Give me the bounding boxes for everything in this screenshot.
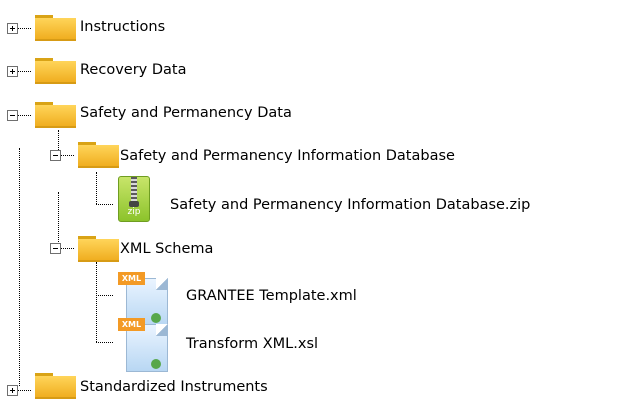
tree-item-xml-schema[interactable]: XML Schema [120,241,213,257]
connector [18,115,31,116]
tree-item-transform-xsl[interactable]: Transform XML.xsl [186,336,318,352]
zip-file-icon: zip [118,176,150,222]
connector [96,342,113,343]
tree-item-zip-file[interactable]: Safety and Permanency Information Databa… [170,197,530,213]
collapse-safety-button[interactable] [7,110,18,121]
connector [18,71,31,72]
connector [61,155,74,156]
tree-item-standardized-instruments[interactable]: Standardized Instruments [80,379,268,395]
tree-item-safety-permanency-data[interactable]: Safety and Permanency Data [80,105,292,121]
connector [96,204,113,205]
connector [58,130,59,150]
folder-icon [35,58,76,84]
connector [96,172,97,204]
connector [18,28,31,29]
tree-item-grantee-template[interactable]: GRANTEE Template.xml [186,288,357,304]
connector [19,148,20,386]
connector [61,248,74,249]
connector [58,192,59,242]
collapse-info-database-button[interactable] [50,150,61,161]
connector [18,390,31,391]
collapse-xml-schema-button[interactable] [50,243,61,254]
tree-item-info-database[interactable]: Safety and Permanency Information Databa… [120,148,455,164]
expand-recovery-button[interactable] [7,66,18,77]
folder-icon [78,236,119,262]
expand-instructions-button[interactable] [7,23,18,34]
folder-icon [35,15,76,41]
connector [96,262,97,342]
tree-item-recovery-data[interactable]: Recovery Data [80,62,186,78]
connector [96,295,113,296]
expand-standardized-button[interactable] [7,385,18,396]
folder-icon [35,102,76,128]
folder-icon [78,142,119,168]
xsl-file-icon: XML [118,318,176,374]
folder-icon [35,373,76,399]
tree-item-instructions[interactable]: Instructions [80,19,165,35]
